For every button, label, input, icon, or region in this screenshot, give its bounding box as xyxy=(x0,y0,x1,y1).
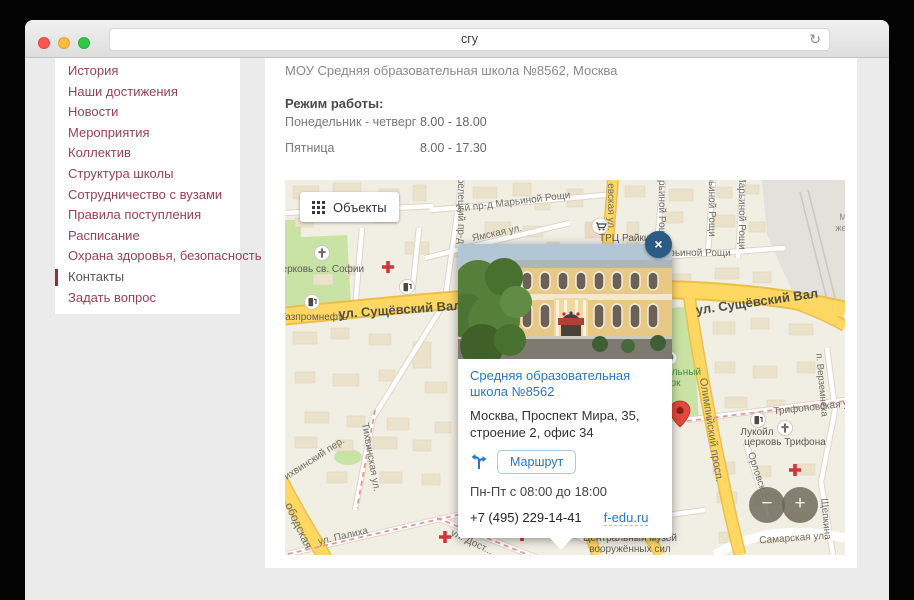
map-label: евская ул. xyxy=(605,183,616,231)
sidebar-item-meropriyatiya[interactable]: Мероприятия xyxy=(55,123,240,144)
close-window-button[interactable] xyxy=(38,37,50,49)
window-controls xyxy=(38,37,90,49)
map-label: рьиной Рощи xyxy=(706,180,717,237)
popup-body: Средняя образовательная школа №8562 Моск… xyxy=(458,359,672,538)
map-popup: × Средняя образовательная школа №8562 Мо… xyxy=(458,244,672,538)
popup-phone: +7 (495) 229-14-41 xyxy=(470,510,582,526)
map-label: Марьиной Рощи xyxy=(736,180,747,250)
route-icon xyxy=(470,453,488,471)
sidebar-item-kontakty[interactable]: Контакты xyxy=(55,267,240,288)
popup-address: Москва, Проспект Мира, 35, строение 2, о… xyxy=(470,407,660,441)
address-bar[interactable]: сгу ↻ xyxy=(109,28,830,51)
schedule-days: Понедельник - четверг xyxy=(285,115,416,129)
map-label: же xyxy=(835,223,845,233)
sidebar-item-label: Контакты xyxy=(68,269,124,284)
map-label: церковь Трифона xyxy=(744,436,826,448)
church-icon xyxy=(778,421,793,436)
url-text: сгу xyxy=(110,32,829,46)
popup-close-button[interactable]: × xyxy=(645,231,672,258)
browser-window: сгу ↻ История Наши достижения Новости Ме… xyxy=(25,20,889,600)
sidebar: История Наши достижения Новости Мероприя… xyxy=(55,58,240,314)
active-item-marker xyxy=(55,269,58,286)
map-label: М xyxy=(839,212,845,222)
zoom-out-button[interactable]: − xyxy=(749,487,785,523)
popup-photo xyxy=(458,244,672,359)
map-label: Газпромнефть xyxy=(285,311,348,323)
map-label: вооружённых сил xyxy=(589,544,671,555)
sidebar-item-ohrana[interactable]: Охрана здоровья, безопасность xyxy=(55,246,240,267)
route-button[interactable]: Маршрут xyxy=(497,450,576,474)
popup-hours: Пн-Пт с 08:00 до 18:00 xyxy=(470,484,660,499)
zoom-window-button[interactable] xyxy=(78,37,90,49)
popup-title-link[interactable]: Средняя образовательная школа №8562 xyxy=(470,368,660,400)
map-label: Стрелецкий пр-д xyxy=(455,180,466,244)
sidebar-item-istoriya[interactable]: История xyxy=(55,61,240,82)
objects-button[interactable]: Объекты xyxy=(300,192,399,222)
map-label: церковь св. Софии xyxy=(285,263,364,275)
browser-titlebar: сгу ↻ xyxy=(25,20,889,58)
screen: сгу ↻ История Наши достижения Новости Ме… xyxy=(0,0,914,600)
fuel-station-icon xyxy=(751,413,766,428)
church-icon xyxy=(315,246,330,261)
sidebar-item-kollektiv[interactable]: Коллектив xyxy=(55,143,240,164)
popup-tail xyxy=(549,537,573,550)
schedule-hours: 8.00 - 17.30 xyxy=(420,141,487,155)
sidebar-item-sotrudnichestvo[interactable]: Сотрудничество с вузами xyxy=(55,185,240,206)
fuel-station-icon xyxy=(305,295,320,310)
schedule-days: Пятница xyxy=(285,141,334,155)
refresh-icon[interactable]: ↻ xyxy=(809,31,821,48)
sidebar-item-zadat-vopros[interactable]: Задать вопрос xyxy=(55,288,240,309)
minimize-window-button[interactable] xyxy=(58,37,70,49)
sidebar-item-novosti[interactable]: Новости xyxy=(55,102,240,123)
sidebar-item-dostizheniya[interactable]: Наши достижения xyxy=(55,82,240,103)
sidebar-item-pravila[interactable]: Правила поступления xyxy=(55,205,240,226)
zoom-in-button[interactable]: + xyxy=(782,487,818,523)
tree-foliage xyxy=(458,258,532,359)
objects-button-label: Объекты xyxy=(333,200,387,215)
schedule-hours: 8.00 - 18.00 xyxy=(420,115,487,129)
page-title: МОУ Средняя образовательная школа №8562,… xyxy=(285,63,617,78)
fuel-station-icon xyxy=(400,280,415,295)
map[interactable]: 3-й пр-д Марьиной Рощи евская ул. ТРЦ Ра… xyxy=(285,180,845,555)
sidebar-item-raspisanie[interactable]: Расписание xyxy=(55,226,240,247)
sidebar-item-struktura[interactable]: Структура школы xyxy=(55,164,240,185)
popup-website-link[interactable]: f-edu.ru xyxy=(604,510,649,526)
page-background: История Наши достижения Новости Мероприя… xyxy=(25,58,889,599)
map-zoom-controls: − + xyxy=(749,487,818,523)
main-content: МОУ Средняя образовательная школа №8562,… xyxy=(265,58,857,568)
schedule-heading: Режим работы: xyxy=(285,96,383,111)
grid-icon xyxy=(312,201,325,214)
